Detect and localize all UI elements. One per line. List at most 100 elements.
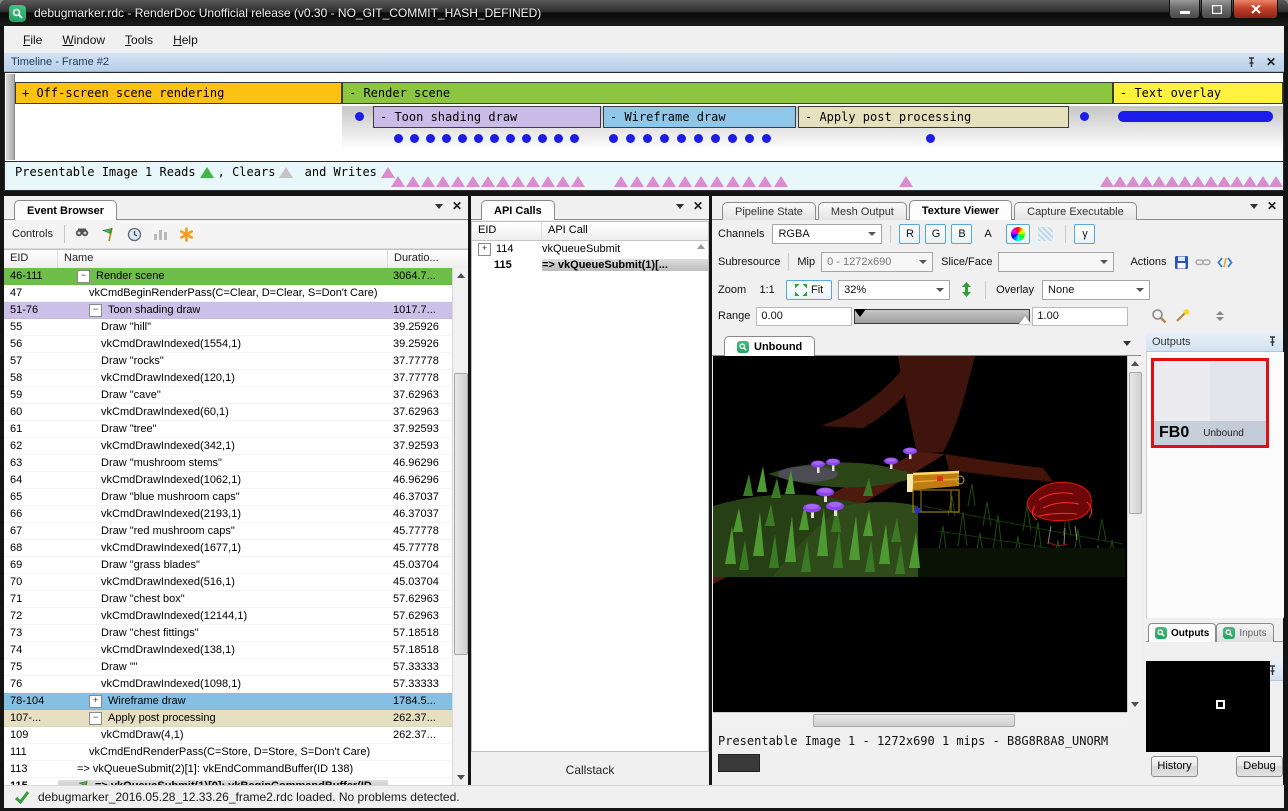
- api-table-header[interactable]: EID API Call: [472, 222, 708, 241]
- slice-face-select[interactable]: [998, 252, 1114, 272]
- event-row[interactable]: 62vkCmdDrawIndexed(342,1)37.92593: [4, 438, 453, 455]
- range-min-input[interactable]: 0.00: [756, 307, 852, 326]
- event-dot[interactable]: [410, 134, 419, 143]
- scroll-up-icon[interactable]: [697, 244, 705, 249]
- event-browser-scrollbar[interactable]: [452, 268, 468, 785]
- scroll-thumb[interactable]: [1129, 372, 1142, 514]
- event-row[interactable]: 75Draw ""57.33333: [4, 659, 453, 676]
- tab-unbound-texture[interactable]: Unbound: [724, 336, 815, 356]
- range-slider[interactable]: [854, 309, 1030, 324]
- timeline-bar-text-overlay[interactable]: - Text overlay: [1113, 82, 1283, 104]
- event-row[interactable]: 69Draw "grass blades"45.03704: [4, 557, 453, 574]
- event-row[interactable]: 115=> vkQueueSubmit(1)[0]: vkBeginComman…: [4, 778, 453, 785]
- timeline-close-icon[interactable]: ✕: [1266, 57, 1276, 67]
- texture-horizontal-scrollbar[interactable]: [713, 712, 1127, 727]
- event-dot[interactable]: [538, 134, 547, 143]
- mip-select[interactable]: 0 - 1272x690: [821, 252, 933, 272]
- event-dot[interactable]: [694, 134, 703, 143]
- range-max-input[interactable]: 1.00: [1032, 307, 1128, 326]
- texture-list-icon[interactable]: [1123, 341, 1131, 346]
- expand-icon[interactable]: +: [89, 695, 102, 708]
- menu-help[interactable]: Help: [164, 30, 207, 50]
- event-dot[interactable]: [711, 134, 720, 143]
- event-dot[interactable]: [643, 134, 652, 143]
- tab-texture-viewer[interactable]: Texture Viewer: [909, 200, 1012, 220]
- tab-event-browser[interactable]: Event Browser: [14, 200, 117, 220]
- alpha-background-button[interactable]: [1033, 224, 1057, 244]
- pin-icon[interactable]: [1268, 336, 1277, 347]
- event-row[interactable]: 61Draw "tree"37.92593: [4, 421, 453, 438]
- timeline-bar-toon[interactable]: - Toon shading draw: [373, 106, 601, 128]
- panel-menu-icon[interactable]: [435, 204, 443, 209]
- timeline-overlay-events-bar[interactable]: [1118, 111, 1273, 122]
- bookmark-icon[interactable]: [178, 226, 195, 243]
- save-texture-icon[interactable]: [1173, 254, 1190, 271]
- minimize-button[interactable]: [1169, 0, 1200, 19]
- find-icon[interactable]: [74, 226, 91, 243]
- event-row[interactable]: 68vkCmdDrawIndexed(1677,1)45.77778: [4, 540, 453, 557]
- green-channel-button[interactable]: G: [925, 224, 946, 244]
- zoom-level-select[interactable]: 32%: [838, 280, 950, 300]
- tab-inputs[interactable]: Inputs: [1216, 623, 1273, 642]
- api-calls-table[interactable]: EID API Call +114vkQueueSubmit115=> vkQu…: [471, 221, 709, 752]
- event-dot[interactable]: [506, 134, 515, 143]
- close-button[interactable]: [1233, 0, 1278, 19]
- scroll-down-icon[interactable]: [1128, 697, 1142, 712]
- event-dot[interactable]: [458, 134, 467, 143]
- autofit-wand-icon[interactable]: [1173, 308, 1190, 325]
- texture-image[interactable]: [713, 356, 1127, 712]
- texture-vertical-scrollbar[interactable]: [1127, 356, 1142, 712]
- debug-button[interactable]: Debug: [1236, 756, 1283, 777]
- event-row[interactable]: 55Draw "hill"39.25926: [4, 319, 453, 336]
- range-black-point-handle[interactable]: [854, 309, 866, 317]
- event-dot[interactable]: [677, 134, 686, 143]
- scroll-thumb[interactable]: [813, 714, 1015, 727]
- tab-pipeline-state[interactable]: Pipeline State: [722, 202, 816, 220]
- expand-icon[interactable]: −: [89, 712, 102, 725]
- scroll-up-icon[interactable]: [1128, 356, 1142, 371]
- tab-mesh-output[interactable]: Mesh Output: [818, 202, 907, 220]
- event-row[interactable]: 66vkCmdDrawIndexed(2193,1)46.37037: [4, 506, 453, 523]
- zoom-fit-button[interactable]: Fit: [786, 280, 832, 300]
- event-dot[interactable]: [609, 134, 618, 143]
- color-wheel-button[interactable]: [1006, 224, 1030, 244]
- flip-y-icon[interactable]: [958, 281, 975, 298]
- event-dot[interactable]: [554, 134, 563, 143]
- menu-window[interactable]: Window: [53, 30, 114, 50]
- scroll-down-icon[interactable]: [453, 770, 468, 785]
- panel-close-icon[interactable]: ✕: [452, 201, 462, 211]
- event-row[interactable]: 70vkCmdDrawIndexed(516,1)45.03704: [4, 574, 453, 591]
- overlay-select[interactable]: None: [1042, 280, 1150, 300]
- tab-outputs[interactable]: Outputs: [1148, 623, 1216, 642]
- pin-icon[interactable]: [1247, 57, 1256, 68]
- red-channel-button[interactable]: R: [899, 224, 920, 244]
- panel-menu-icon[interactable]: [676, 204, 684, 209]
- toolbar-overflow-icon[interactable]: [1216, 311, 1224, 321]
- expand-icon[interactable]: −: [77, 270, 90, 283]
- post-event-dots[interactable]: [926, 134, 935, 143]
- event-row[interactable]: 109vkCmdDraw(4,1)262.37...: [4, 727, 453, 744]
- event-dot[interactable]: [728, 134, 737, 143]
- timeline-bar-render-scene[interactable]: - Render scene: [342, 82, 1113, 104]
- resource-usage-strip[interactable]: Presentable Image 1 Reads , Clears and W…: [4, 162, 1284, 191]
- blue-channel-button[interactable]: B: [951, 224, 972, 244]
- scroll-up-icon[interactable]: [453, 268, 468, 283]
- event-row[interactable]: 107-...−Apply post processing262.37...: [4, 710, 453, 727]
- event-row[interactable]: 67Draw "red mushroom caps"45.77778: [4, 523, 453, 540]
- event-row[interactable]: 59Draw "cave"37.62963: [4, 387, 453, 404]
- timeline-bar-offscreen[interactable]: + Off-screen scene rendering: [15, 82, 342, 104]
- maximize-button[interactable]: [1201, 0, 1232, 19]
- event-dot[interactable]: [442, 134, 451, 143]
- event-row[interactable]: 71Draw "chest box"57.62963: [4, 591, 453, 608]
- event-dot[interactable]: [762, 134, 771, 143]
- toon-event-dots[interactable]: [394, 134, 579, 143]
- event-table-header[interactable]: EID Name Duratio...: [4, 250, 468, 269]
- event-row[interactable]: 72vkCmdDrawIndexed(12144,1)57.62963: [4, 608, 453, 625]
- event-dot[interactable]: [660, 134, 669, 143]
- timeline-bar-post[interactable]: - Apply post processing: [798, 106, 1069, 128]
- gamma-button[interactable]: γ: [1074, 224, 1095, 244]
- scroll-thumb[interactable]: [454, 373, 468, 655]
- event-dot[interactable]: [626, 134, 635, 143]
- event-row[interactable]: 58vkCmdDrawIndexed(120,1)37.77778: [4, 370, 453, 387]
- wireframe-event-dots[interactable]: [609, 134, 771, 143]
